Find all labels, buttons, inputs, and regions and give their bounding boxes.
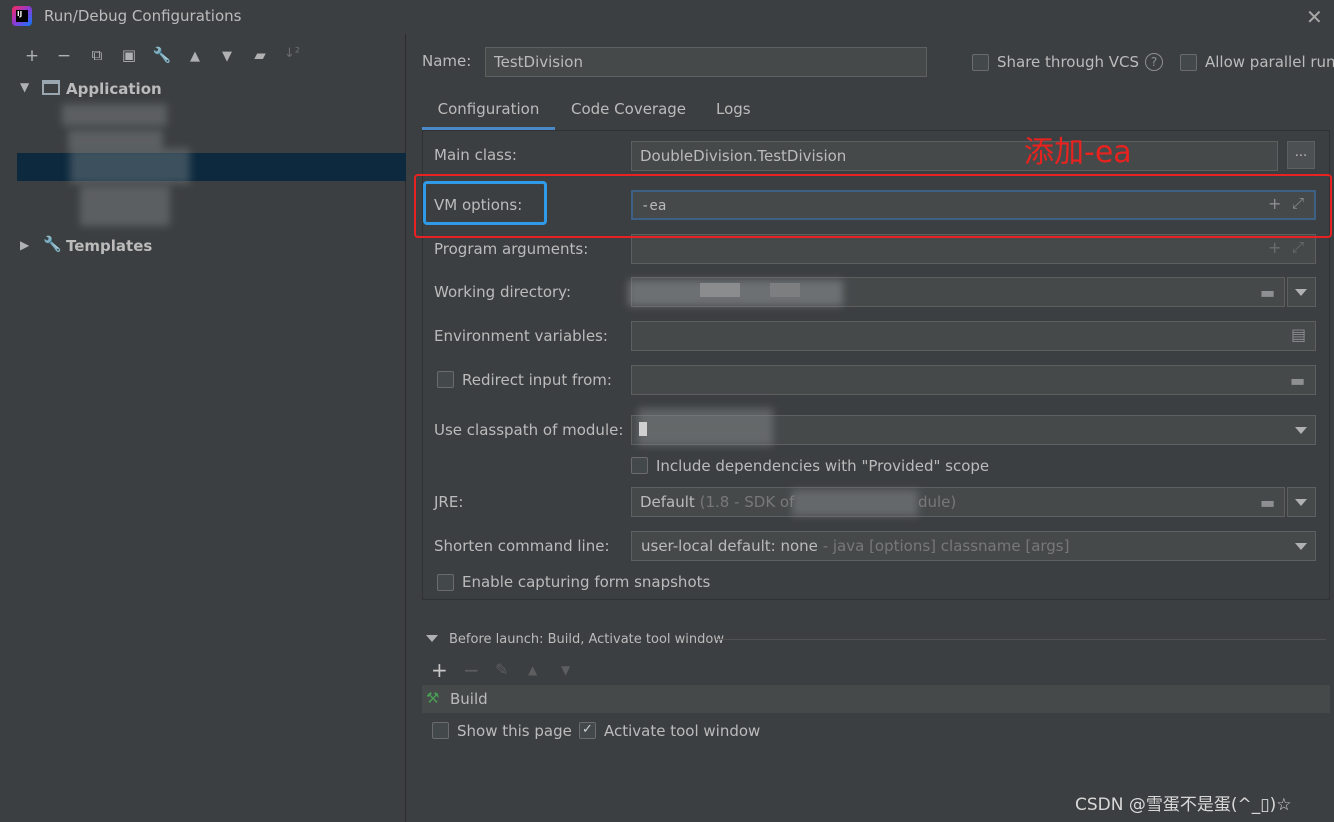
add-icon[interactable]: + bbox=[21, 46, 43, 66]
redirect-input-checkbox[interactable] bbox=[437, 371, 454, 388]
tab-logs[interactable]: Logs bbox=[716, 96, 751, 130]
move-down-icon[interactable]: ▼ bbox=[561, 663, 570, 677]
allow-parallel-label: Allow parallel run bbox=[1205, 53, 1334, 71]
move-up-icon[interactable]: ▲ bbox=[184, 49, 206, 64]
wrench-icon[interactable]: 🔧 bbox=[151, 46, 173, 64]
folder-add-icon[interactable]: ▰ bbox=[249, 46, 271, 64]
show-this-page-checkbox[interactable] bbox=[432, 722, 449, 739]
shorten-command-line-select[interactable]: user-local default: none - java [options… bbox=[631, 531, 1316, 561]
share-vcs-checkbox[interactable] bbox=[972, 54, 989, 71]
remove-icon[interactable]: − bbox=[53, 46, 75, 66]
redacted-path-pixel bbox=[770, 283, 800, 297]
before-launch-item-build[interactable]: Build bbox=[450, 690, 488, 708]
chevron-down-icon bbox=[1295, 427, 1307, 434]
working-directory-label: Working directory: bbox=[434, 283, 572, 301]
application-icon bbox=[42, 80, 60, 95]
jre-input[interactable]: Default (1.8 - SDK of dule) bbox=[631, 487, 1285, 517]
shorten-value: user-local default: none bbox=[641, 537, 818, 555]
move-up-icon[interactable]: ▲ bbox=[528, 663, 537, 677]
environment-variables-label: Environment variables: bbox=[434, 327, 608, 345]
save-icon[interactable]: ▣ bbox=[118, 46, 140, 64]
move-down-icon[interactable]: ▼ bbox=[216, 49, 238, 64]
redirect-input-label: Redirect input from: bbox=[462, 371, 612, 389]
edit-icon[interactable]: ✎ bbox=[495, 660, 508, 679]
browse-button[interactable]: ... bbox=[1287, 141, 1315, 169]
redirect-input-field[interactable] bbox=[631, 365, 1316, 395]
name-input[interactable]: TestDivision bbox=[485, 47, 927, 77]
main-class-input[interactable]: DoubleDivision.TestDivision bbox=[631, 141, 1278, 171]
chevron-down-icon bbox=[1295, 499, 1307, 506]
capture-snapshots-checkbox[interactable] bbox=[437, 574, 454, 591]
chevron-down-icon bbox=[1295, 543, 1307, 550]
capture-snapshots-label: Enable capturing form snapshots bbox=[462, 573, 711, 591]
remove-icon[interactable]: − bbox=[463, 658, 480, 682]
copy-icon[interactable]: ⧉ bbox=[86, 46, 108, 64]
expand-icon[interactable]: ⤢ bbox=[1292, 238, 1304, 256]
before-launch-list bbox=[422, 685, 1330, 713]
jre-value-detail: (1.8 - SDK of bbox=[699, 493, 795, 511]
annotation-text: 添加-ea bbox=[1024, 135, 1132, 170]
redacted-tree-item bbox=[62, 104, 167, 126]
jre-value: Default bbox=[640, 493, 695, 511]
redacted-tree-item bbox=[80, 186, 170, 226]
redacted-tree-item bbox=[68, 130, 163, 150]
activate-tool-window-checkbox[interactable]: ✓ bbox=[579, 722, 596, 739]
sort-icon[interactable]: ↓² bbox=[281, 46, 303, 61]
intellij-app-icon: IJ bbox=[12, 6, 32, 26]
shorten-value-detail: - java [options] classname [args] bbox=[822, 537, 1070, 555]
tree-item-templates[interactable]: Templates bbox=[66, 233, 152, 259]
hammer-icon: ⚒ bbox=[426, 689, 440, 707]
program-arguments-label: Program arguments: bbox=[434, 240, 589, 258]
folder-icon[interactable]: ▬ bbox=[1260, 493, 1275, 512]
program-arguments-input[interactable] bbox=[631, 234, 1316, 264]
watermark: CSDN @雪蛋不是蛋(^_▯)☆ bbox=[1075, 795, 1292, 815]
main-class-label: Main class: bbox=[434, 146, 517, 164]
chevron-down-icon bbox=[1295, 289, 1307, 296]
redacted-path-pixel bbox=[700, 283, 740, 297]
tab-configuration[interactable]: Configuration bbox=[422, 96, 555, 130]
environment-variables-input[interactable] bbox=[631, 321, 1316, 351]
add-icon[interactable]: + bbox=[431, 658, 448, 682]
close-icon[interactable]: ✕ bbox=[1306, 5, 1323, 29]
redacted-sdk-name bbox=[792, 490, 918, 516]
before-launch-header[interactable]: Before launch: Build, Activate tool wind… bbox=[449, 632, 724, 647]
allow-parallel-checkbox[interactable] bbox=[1180, 54, 1197, 71]
document-icon[interactable]: ▤ bbox=[1291, 325, 1306, 344]
redacted-tree-item bbox=[70, 148, 190, 184]
classpath-module-label: Use classpath of module: bbox=[434, 421, 624, 439]
window-title: Run/Debug Configurations bbox=[44, 7, 242, 25]
collapse-arrow-icon[interactable]: ▶ bbox=[20, 238, 29, 252]
redacted-module-pixel bbox=[639, 422, 647, 436]
activate-tool-window-label: Activate tool window bbox=[604, 722, 761, 740]
show-this-page-label: Show this page bbox=[457, 722, 572, 740]
expand-arrow-icon[interactable]: ▼ bbox=[20, 80, 29, 94]
name-label: Name: bbox=[422, 52, 472, 70]
folder-icon[interactable]: ▬ bbox=[1260, 283, 1275, 302]
title-bar: IJ Run/Debug Configurations ✕ bbox=[0, 0, 1334, 34]
redacted-module bbox=[638, 408, 773, 446]
include-dependencies-checkbox[interactable] bbox=[631, 457, 648, 474]
annotation-blue-box bbox=[423, 181, 547, 225]
divider bbox=[716, 639, 1326, 640]
help-icon[interactable]: ? bbox=[1145, 53, 1163, 71]
include-dependencies-label: Include dependencies with "Provided" sco… bbox=[656, 457, 990, 475]
annotation-red-box bbox=[414, 174, 1332, 238]
tab-code-coverage[interactable]: Code Coverage bbox=[571, 96, 686, 130]
add-icon[interactable]: + bbox=[1268, 238, 1281, 257]
tree-item-application[interactable]: Application bbox=[66, 76, 162, 102]
folder-icon[interactable]: ▬ bbox=[1290, 371, 1305, 390]
jre-value-detail-end: dule) bbox=[917, 493, 957, 511]
collapse-arrow-icon[interactable] bbox=[426, 635, 438, 642]
jre-label: JRE: bbox=[434, 493, 464, 511]
share-vcs-label: Share through VCS bbox=[997, 53, 1140, 71]
shorten-command-line-label: Shorten command line: bbox=[434, 537, 610, 555]
wrench-icon: 🔧 bbox=[43, 235, 62, 253]
